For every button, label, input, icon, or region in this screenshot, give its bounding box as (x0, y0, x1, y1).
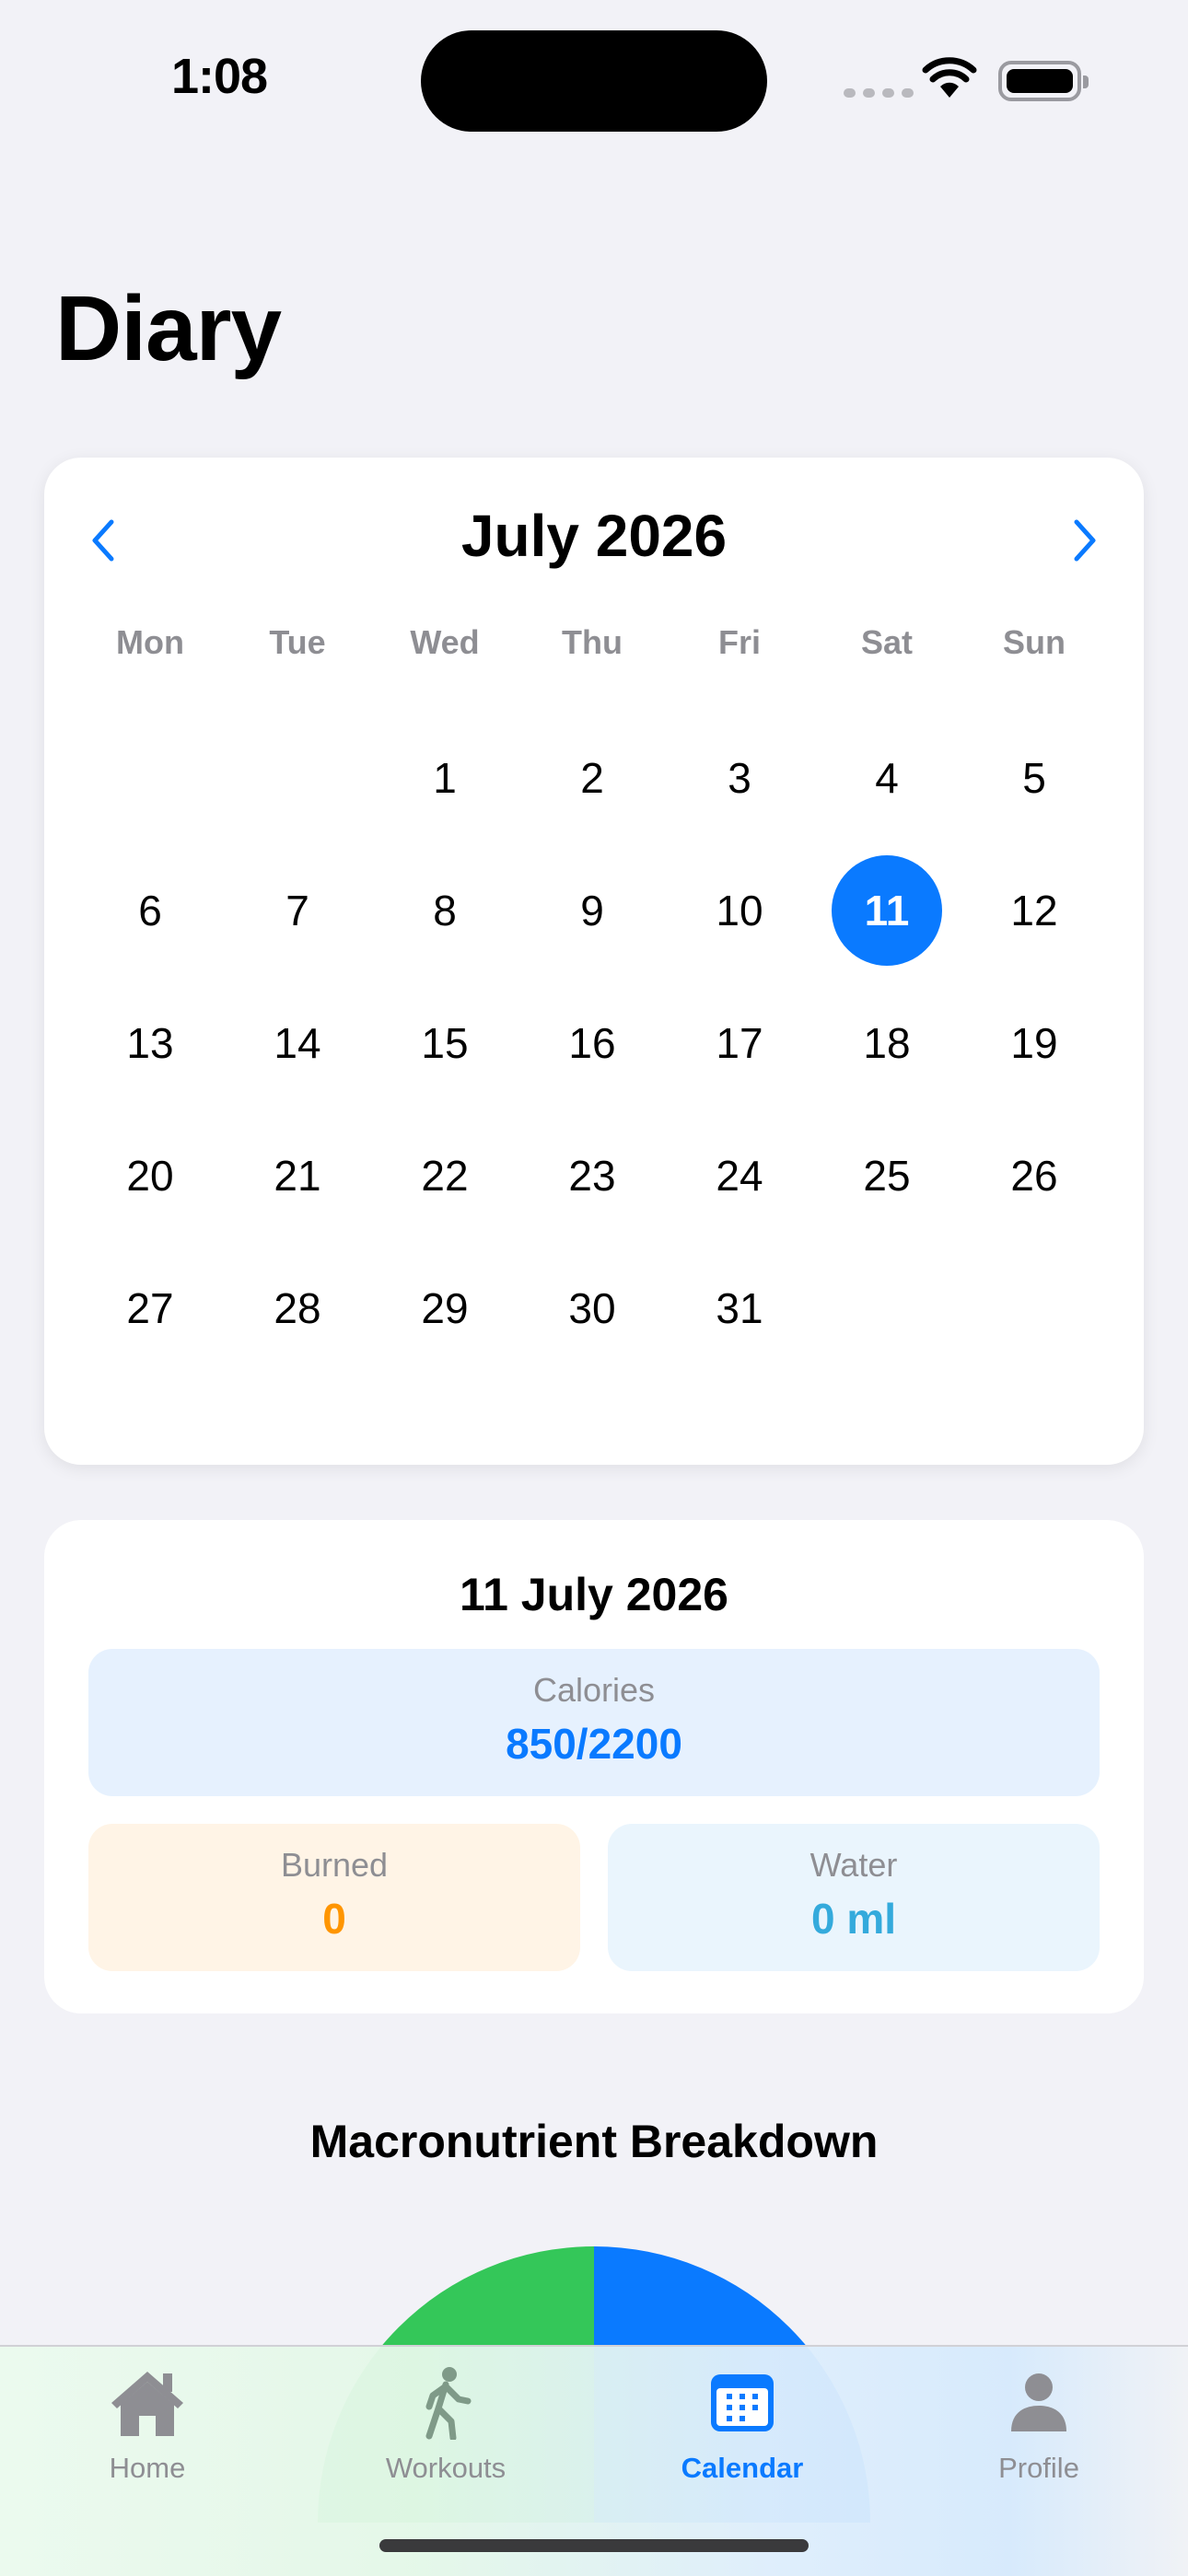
water-stat[interactable]: Water 0 ml (608, 1824, 1100, 1971)
calendar-day[interactable]: 14 (242, 988, 353, 1098)
summary-date: 11 July 2026 (460, 1569, 728, 1620)
calendar-day[interactable]: 4 (832, 723, 942, 833)
calendar-day[interactable]: 2 (537, 723, 647, 833)
calendar-day[interactable]: 9 (537, 855, 647, 966)
calendar-day[interactable]: 5 (979, 723, 1089, 833)
status-bar: 1:08 (0, 0, 1188, 157)
weekday-sun: Sun (1003, 623, 1066, 661)
burned-stat[interactable]: Burned 0 (88, 1824, 580, 1971)
tab-profile[interactable]: Profile (947, 2361, 1131, 2485)
tab-calendar[interactable]: Calendar (650, 2361, 834, 2485)
calendar-day[interactable]: 10 (684, 855, 795, 966)
calendar-day[interactable]: 22 (390, 1120, 500, 1231)
calendar-day[interactable]: 25 (832, 1120, 942, 1231)
calendar-day[interactable]: 7 (242, 855, 353, 966)
calories-value: 850/2200 (506, 1720, 682, 1768)
calendar-day[interactable]: 24 (684, 1120, 795, 1231)
calendar-day[interactable]: 19 (979, 988, 1089, 1098)
calendar-day[interactable]: 8 (390, 855, 500, 966)
page-title: Diary (55, 277, 282, 380)
burned-value: 0 (322, 1895, 346, 1943)
next-month-button[interactable] (1048, 504, 1122, 577)
home-indicator (379, 2539, 809, 2552)
macronutrient-title: Macronutrient Breakdown (309, 2116, 879, 2167)
calendar-day[interactable]: 6 (95, 855, 205, 966)
battery-icon (998, 61, 1089, 101)
calendar-day[interactable]: 17 (684, 988, 795, 1098)
weekday-fri: Fri (717, 623, 761, 661)
calendar-day[interactable]: 12 (979, 855, 1089, 966)
cellular-signal-icon (844, 88, 914, 98)
calendar-card: July 2026 Mon Tue Wed Thu Fri Sat Sun 12345678… (44, 458, 1144, 1465)
calendar-day[interactable]: 26 (979, 1120, 1089, 1231)
calendar-day[interactable]: 23 (537, 1120, 647, 1231)
calendar-day[interactable]: 15 (390, 988, 500, 1098)
water-value: 0 ml (810, 1895, 897, 1943)
daily-summary-card: 11 July 2026 Calories 850/2200 Burned 0 … (44, 1520, 1144, 2013)
wifi-icon (922, 57, 977, 98)
weekday-header-row: Mon Tue Wed Thu Fri Sat Sun (44, 623, 1144, 669)
weekday-tue: Tue (269, 623, 326, 661)
calendar-day[interactable]: 21 (242, 1120, 353, 1231)
weekday-sat: Sat (860, 623, 914, 661)
calendar-day[interactable]: 1 (390, 723, 500, 833)
chevron-right-icon (1074, 519, 1096, 562)
weekday-wed: Wed (410, 623, 480, 661)
status-time: 1:08 (171, 49, 268, 104)
calendar-day[interactable]: 28 (242, 1253, 353, 1363)
calendar-day[interactable]: 31 (684, 1253, 795, 1363)
person-icon (1011, 2373, 1066, 2431)
calendar-day[interactable]: 18 (832, 988, 942, 1098)
dynamic-island (421, 30, 767, 132)
calendar-day[interactable]: 29 (390, 1253, 500, 1363)
figure-walk-icon (425, 2367, 472, 2440)
weekday-thu: Thu (562, 623, 623, 661)
calendar-day[interactable]: 20 (95, 1120, 205, 1231)
calendar-day[interactable]: 27 (95, 1253, 205, 1363)
tab-workouts[interactable]: Workouts (354, 2361, 538, 2485)
calendar-day[interactable]: 13 (95, 988, 205, 1098)
calories-label: Calories (532, 1671, 656, 1709)
calendar-day-selected[interactable]: 11 (832, 855, 942, 966)
month-title: July 2026 (460, 503, 728, 569)
weekday-mon: Mon (116, 623, 184, 661)
calendar-day[interactable]: 16 (537, 988, 647, 1098)
water-label: Water (809, 1846, 898, 1884)
calendar-day[interactable]: 3 (684, 723, 795, 833)
house-icon (111, 2372, 183, 2436)
calories-stat[interactable]: Calories 850/2200 (88, 1649, 1100, 1796)
burned-label: Burned (280, 1846, 389, 1884)
tab-home[interactable]: Home (55, 2361, 239, 2485)
calendar-day[interactable]: 30 (537, 1253, 647, 1363)
calendar-icon (711, 2374, 774, 2431)
